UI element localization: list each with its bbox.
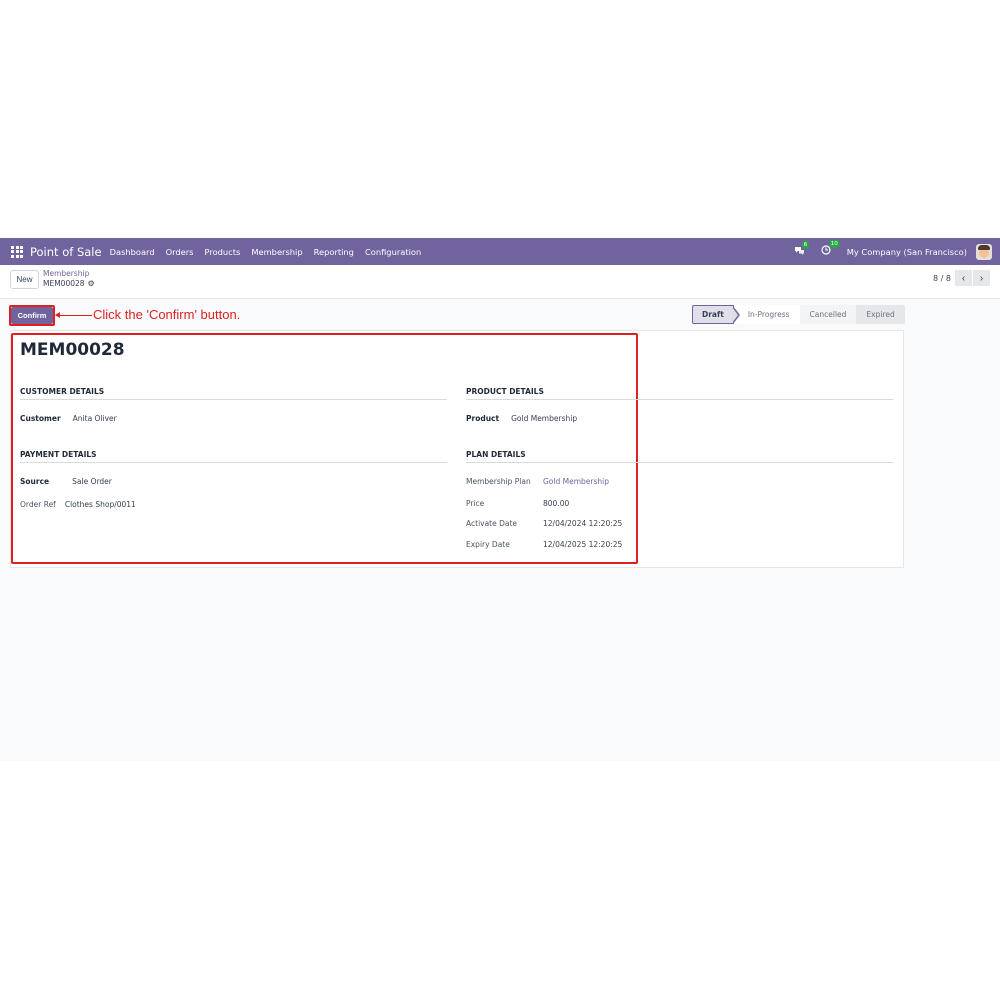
product-details-heading: PRODUCT DETAILS <box>466 387 893 400</box>
price-label: Price <box>466 499 485 508</box>
menu-item-orders[interactable]: Orders <box>166 247 194 257</box>
pager: 8 / 8 ‹ › <box>933 270 990 286</box>
expiry-date-value[interactable]: 12/04/2025 12:20:25 <box>543 540 622 549</box>
order-ref-value[interactable]: Clothes Shop/0011 <box>65 500 136 509</box>
source-label: Source <box>20 477 50 486</box>
stage-expired-label: Expired <box>866 310 895 319</box>
user-avatar[interactable] <box>976 243 992 260</box>
new-button[interactable]: New <box>10 270 39 289</box>
plan-details-heading: PLAN DETAILS <box>466 450 893 463</box>
menu-item-membership[interactable]: Membership <box>251 247 302 257</box>
customer-details-heading: CUSTOMER DETAILS <box>20 387 447 400</box>
top-navbar: Point of Sale Dashboard Orders Products … <box>0 238 1000 265</box>
gear-icon[interactable]: ⚙ <box>88 279 95 288</box>
membership-plan-label: Membership Plan <box>466 477 531 486</box>
menu-item-products[interactable]: Products <box>205 247 241 257</box>
expiry-date-label: Expiry Date <box>466 540 510 549</box>
source-value[interactable]: Sale Order <box>72 477 112 486</box>
payment-details-group: PAYMENT DETAILS <box>20 450 447 463</box>
breadcrumb-membership[interactable]: Membership <box>43 269 89 278</box>
activities-badge: 10 <box>828 240 840 248</box>
customer-field: Customer Anita Oliver <box>20 414 117 423</box>
product-details-group: PRODUCT DETAILS <box>466 387 893 400</box>
customer-label: Customer <box>20 414 61 423</box>
product-field: Product Gold Membership <box>466 414 577 423</box>
stage-cancelled-label: Cancelled <box>809 310 847 319</box>
menu-item-dashboard[interactable]: Dashboard <box>110 247 155 257</box>
breadcrumb-current: MEM00028 ⚙ <box>43 279 95 288</box>
stage-draft[interactable]: Draft <box>692 305 740 324</box>
payment-details-heading: PAYMENT DETAILS <box>20 450 447 463</box>
activate-date-value[interactable]: 12/04/2024 12:20:25 <box>543 519 622 528</box>
menu-item-reporting[interactable]: Reporting <box>314 247 354 257</box>
stage-arrow <box>731 306 740 324</box>
messages-badge: 6 <box>801 240 810 249</box>
activate-date-field: Activate Date 12/04/2024 12:20:25 <box>466 519 622 528</box>
navbar-systray: 6 10 My Company (San Francisco) <box>794 238 992 265</box>
price-field: Price 800.00 <box>466 499 569 508</box>
stage-in-progress-label: In-Progress <box>747 310 790 319</box>
messages-icon[interactable]: 6 <box>794 240 810 258</box>
apps-grid-icon[interactable] <box>11 245 23 258</box>
app-brand[interactable]: Point of Sale <box>30 245 102 259</box>
membership-plan-value[interactable]: Gold Membership <box>543 477 609 486</box>
plan-details-group: PLAN DETAILS <box>466 450 893 463</box>
status-bar: Draft In-Progress Cancelled Expired <box>692 305 905 324</box>
membership-plan-field: Membership Plan Gold Membership <box>466 477 609 486</box>
company-switcher[interactable]: My Company (San Francisco) <box>847 247 967 257</box>
activities-clock-icon[interactable]: 10 <box>821 240 840 258</box>
customer-value[interactable]: Anita Oliver <box>73 414 117 423</box>
record-title: MEM00028 <box>20 340 125 360</box>
form-highlight-box <box>11 333 638 564</box>
product-label: Product <box>466 414 500 423</box>
product-value[interactable]: Gold Membership <box>511 414 577 423</box>
control-panel: New Membership MEM00028 ⚙ 8 / 8 ‹ › <box>0 265 1000 299</box>
customer-details-group: CUSTOMER DETAILS <box>20 387 447 400</box>
order-ref-field: Order Ref Clothes Shop/0011 <box>20 500 136 509</box>
app-window: Point of Sale Dashboard Orders Products … <box>0 238 1000 761</box>
stage-cancelled[interactable]: Cancelled <box>799 305 857 324</box>
stage-draft-label: Draft <box>702 310 724 319</box>
activate-date-label: Activate Date <box>466 519 518 528</box>
stage-in-progress[interactable]: In-Progress <box>733 305 800 324</box>
chevron-right-icon[interactable]: › <box>973 270 990 286</box>
menu-item-configuration[interactable]: Configuration <box>365 247 421 257</box>
pager-value[interactable]: 8 / 8 <box>933 274 951 283</box>
confirm-highlight-box <box>9 305 55 326</box>
chevron-left-icon[interactable]: ‹ <box>955 270 972 286</box>
breadcrumb-current-label: MEM00028 <box>43 279 85 288</box>
annotation-arrow <box>55 312 92 318</box>
expiry-date-field: Expiry Date 12/04/2025 12:20:25 <box>466 540 622 549</box>
source-field: Source Sale Order <box>20 477 112 486</box>
price-value[interactable]: 800.00 <box>543 499 569 508</box>
stage-expired[interactable]: Expired <box>856 305 905 324</box>
order-ref-label: Order Ref <box>20 500 56 509</box>
annotation-text: Click the 'Confirm' button. <box>93 307 241 322</box>
